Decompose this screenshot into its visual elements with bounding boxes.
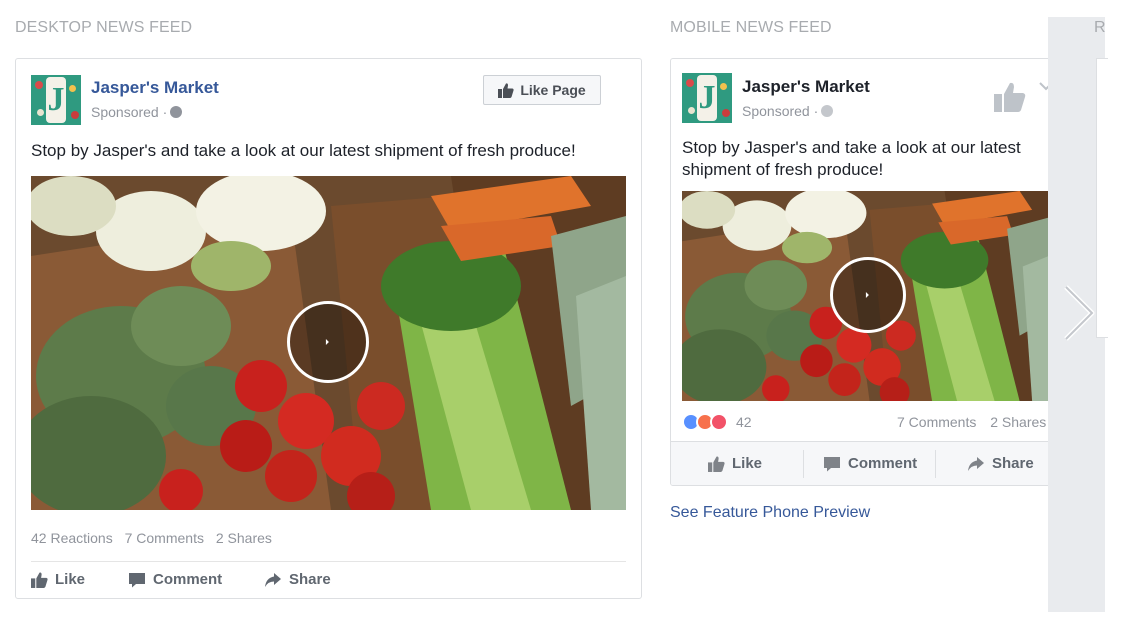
post-video[interactable]	[31, 176, 626, 510]
reaction-count: 42	[736, 414, 752, 430]
thumbs-up-icon	[31, 571, 48, 588]
divider	[803, 450, 804, 478]
desktop-news-feed-title: DESKTOP NEWS FEED	[15, 19, 193, 36]
post-video[interactable]	[682, 191, 1054, 401]
mobile-action-bar: Like Comment Share	[671, 441, 1066, 485]
sponsored-text: Sponsored ·	[91, 104, 168, 120]
divider	[31, 561, 626, 562]
like-label: Like	[55, 571, 86, 588]
comment-action-button[interactable]: Comment	[128, 571, 222, 588]
love-reaction-icon	[710, 413, 728, 431]
like-action-button[interactable]: Like	[31, 571, 85, 588]
page-logo[interactable]: J	[682, 73, 732, 123]
share-label: Share	[992, 455, 1034, 472]
comment-action-button[interactable]: Comment	[823, 455, 917, 472]
page-name-link[interactable]: Jasper's Market	[742, 77, 870, 97]
play-icon[interactable]	[830, 257, 906, 333]
share-icon	[265, 572, 281, 587]
shares-count[interactable]: 2 Shares	[990, 414, 1046, 430]
like-page-label: Like Page	[520, 82, 586, 98]
comment-icon	[824, 456, 840, 471]
mobile-post-card: J Jasper's Market Sponsored · Stop by Ja…	[670, 58, 1067, 486]
share-label: Share	[289, 571, 331, 588]
comment-icon	[129, 572, 145, 587]
next-section-title: R	[1094, 19, 1106, 36]
chevron-right-icon[interactable]	[1058, 283, 1098, 343]
reactions-count[interactable]: 42 Reactions	[31, 530, 113, 546]
share-icon	[968, 456, 984, 471]
share-action-button[interactable]: Share	[264, 571, 331, 588]
comment-label: Comment	[848, 455, 918, 472]
comments-count[interactable]: 7 Comments	[125, 530, 204, 546]
comments-count[interactable]: 7 Comments	[897, 414, 976, 430]
mobile-stats: 7 Comments 2 Shares	[897, 414, 1046, 430]
like-page-button[interactable]: Like Page	[483, 75, 601, 105]
comment-label: Comment	[153, 571, 223, 588]
post-text: Stop by Jasper's and take a look at our …	[682, 138, 1021, 179]
globe-icon	[821, 105, 834, 117]
shares-count[interactable]: 2 Shares	[216, 530, 272, 546]
sponsored-label: Sponsored ·	[91, 104, 183, 120]
sponsored-label: Sponsored ·	[742, 103, 834, 119]
play-icon[interactable]	[287, 301, 369, 383]
share-action-button[interactable]: Share	[967, 455, 1034, 472]
see-feature-phone-preview-link[interactable]: See Feature Phone Preview	[670, 504, 870, 522]
globe-icon	[170, 106, 183, 118]
mobile-news-feed-title: MOBILE NEWS FEED	[670, 19, 832, 36]
thumbs-up-icon[interactable]	[994, 81, 1026, 113]
like-action-button[interactable]: Like	[708, 455, 762, 472]
desktop-post-card: J Jasper's Market Sponsored · Like Page …	[15, 58, 642, 599]
page-name-link[interactable]: Jasper's Market	[91, 78, 219, 98]
thumbs-up-icon	[708, 455, 725, 472]
like-label: Like	[732, 455, 763, 472]
page-logo[interactable]: J	[31, 75, 81, 125]
thumbs-up-icon	[498, 82, 514, 98]
sponsored-text: Sponsored ·	[742, 103, 819, 119]
divider	[935, 450, 936, 478]
reactions-summary[interactable]: 42	[682, 413, 752, 431]
post-stats: 42 Reactions 7 Comments 2 Shares	[31, 530, 280, 546]
post-text: Stop by Jasper's and take a look at our …	[31, 141, 576, 160]
